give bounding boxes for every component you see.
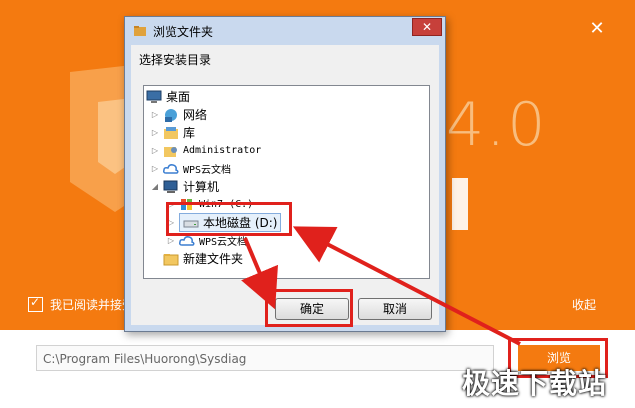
arrow-to-ok-button bbox=[241, 237, 278, 310]
watermark-text: 极速下载站 bbox=[462, 367, 608, 400]
annotation-arrows bbox=[241, 226, 521, 346]
arrow-to-local-disk bbox=[292, 226, 521, 346]
